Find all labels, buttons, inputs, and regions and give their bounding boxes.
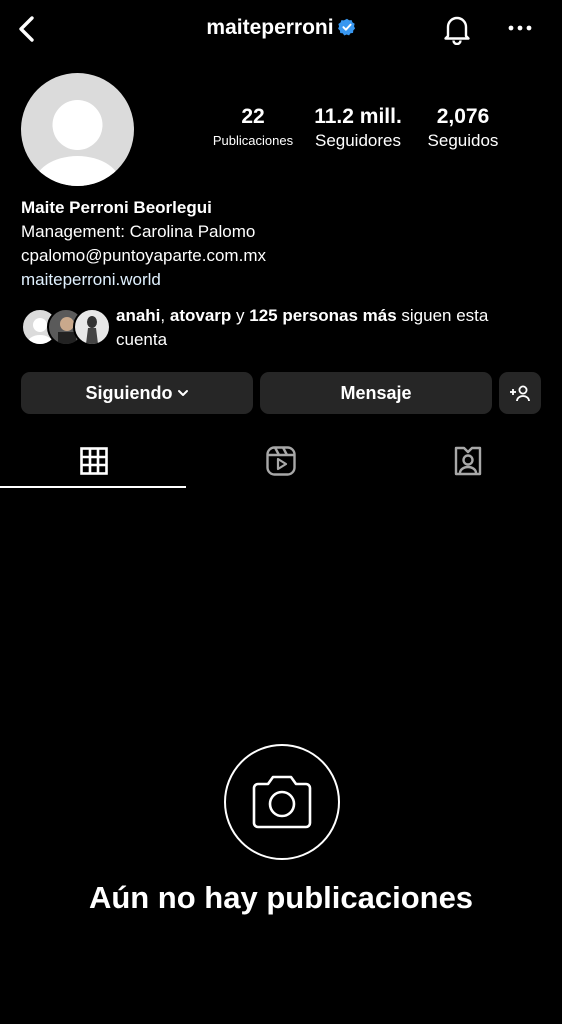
- reels-icon: [265, 446, 296, 476]
- message-button[interactable]: Mensaje: [260, 372, 492, 414]
- mutual-sep-2: y: [231, 306, 250, 325]
- followers-label: Seguidores: [314, 131, 401, 150]
- grid-icon: [79, 447, 108, 475]
- active-tab-indicator: [0, 486, 186, 488]
- posts-label: Publicaciones: [212, 133, 294, 148]
- bio-line-management: Management: Carolina Palomo: [21, 222, 256, 241]
- bio-section: Maite Perroni Beorlegui Management: Caro…: [21, 196, 266, 292]
- empty-state-circle: [224, 744, 340, 860]
- followers-stat[interactable]: 11.2 mill. Seguidores: [308, 104, 408, 152]
- profile-tabs: [0, 436, 562, 488]
- mutual-followers[interactable]: anahi, atovarp y 125 personas más siguen…: [21, 304, 541, 350]
- tagged-icon: [453, 446, 483, 476]
- add-person-icon: [509, 384, 531, 402]
- mutual-avatar: [73, 308, 111, 346]
- username: maiteperroni: [206, 16, 334, 39]
- add-person-button[interactable]: [499, 372, 541, 414]
- following-stat[interactable]: 2,076 Seguidos: [416, 104, 510, 152]
- mutual-sep-1: ,: [160, 306, 170, 325]
- posts-stat[interactable]: 22 Publicaciones: [204, 104, 302, 152]
- chevron-down-icon: [177, 388, 189, 398]
- bio-line-email: cpalomo@puntoyaparte.com.mx: [21, 246, 266, 265]
- full-name: Maite Perroni Beorlegui: [21, 198, 212, 217]
- following-button[interactable]: Siguiendo: [21, 372, 253, 414]
- verified-badge-icon: [337, 18, 356, 36]
- following-count: 2,076: [436, 105, 490, 128]
- posts-count: 22: [241, 105, 265, 128]
- tab-posts-grid[interactable]: [0, 436, 187, 486]
- followers-count: 11.2 mill.: [314, 105, 402, 128]
- bell-icon[interactable]: [442, 13, 472, 46]
- profile-username-title: maiteperroni: [0, 16, 562, 40]
- mutual-followers-text: anahi, atovarp y 125 personas más siguen…: [116, 304, 536, 352]
- mutual-others[interactable]: 125 personas más: [249, 306, 396, 325]
- tab-reels[interactable]: [187, 436, 374, 486]
- more-horizontal-icon[interactable]: [506, 18, 534, 38]
- bio-website-link[interactable]: maiteperroni.world: [21, 268, 266, 292]
- following-button-label: Siguiendo: [85, 382, 173, 403]
- mutual-user-2[interactable]: atovarp: [170, 306, 231, 325]
- mutual-user-1[interactable]: anahi: [116, 306, 160, 325]
- top-bar: maiteperroni: [0, 0, 562, 60]
- camera-icon: [250, 774, 314, 830]
- tab-tagged[interactable]: [374, 436, 561, 486]
- following-label: Seguidos: [427, 131, 499, 150]
- empty-state-text: Aún no hay publicaciones: [88, 880, 474, 915]
- profile-avatar[interactable]: [21, 73, 134, 186]
- message-button-label: Mensaje: [340, 382, 412, 403]
